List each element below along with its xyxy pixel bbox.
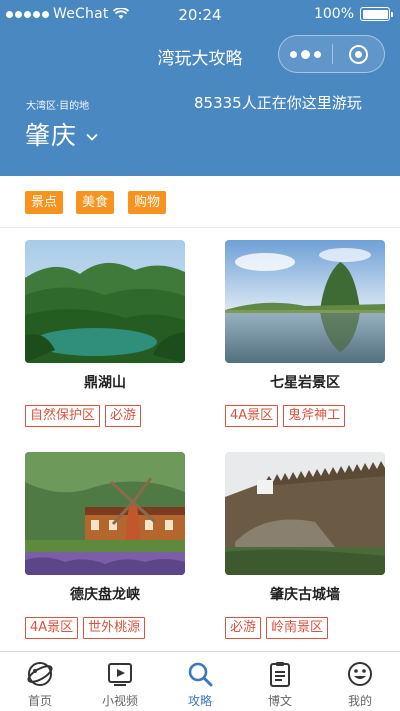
tabbar-item-profile[interactable]: 我的	[320, 652, 400, 711]
video-play-icon	[108, 663, 132, 686]
spot-photo	[25, 240, 185, 363]
tabbar-label: 攻略	[187, 694, 212, 708]
city-name: 肇庆	[25, 121, 78, 150]
status-bar: WeChat 20:24 100%	[0, 0, 400, 30]
tabbar-label: 小视频	[101, 694, 138, 708]
clipboard-icon	[270, 662, 290, 687]
spot-tag: 自然保护区	[25, 405, 101, 427]
city-selector[interactable]: 肇庆	[25, 116, 98, 152]
spot-photo	[225, 240, 385, 363]
close-miniprogram-button[interactable]	[333, 44, 384, 64]
spot-tag: 4A景区	[25, 617, 79, 639]
category-tabs: 景点 美食 购物	[0, 176, 400, 228]
tabbar-label: 首页	[27, 694, 52, 708]
tabbar-item-guides[interactable]: 攻略	[160, 652, 240, 711]
battery-percent: 100%	[313, 6, 354, 22]
tabbar-item-posts[interactable]: 博文	[240, 652, 320, 711]
region-label: 大湾区·目的地	[26, 101, 90, 112]
tabbar-label: 我的	[347, 694, 372, 708]
spot-tag: 鬼斧神工	[283, 405, 346, 427]
spot-name: 德庆盘龙峡	[70, 587, 140, 603]
tab-food[interactable]: 美食	[76, 191, 115, 214]
spot-card[interactable]: 德庆盘龙峡 4A景区 世外桃源	[25, 452, 185, 639]
spot-card[interactable]: 肇庆古城墙 必游 岭南景区	[225, 452, 385, 639]
tabbar-label: 博文	[267, 694, 292, 708]
spot-name: 七星岩景区	[270, 375, 340, 391]
battery-icon	[360, 7, 393, 21]
spot-name: 肇庆古城墙	[270, 587, 340, 603]
more-icon[interactable]	[279, 36, 332, 72]
spot-tag: 岭南景区	[266, 617, 329, 639]
spot-tag: 必游	[105, 405, 142, 427]
spot-card[interactable]: 七星岩景区 4A景区 鬼斧神工	[225, 240, 385, 427]
planet-icon	[27, 662, 53, 686]
header: WeChat 20:24 100% 湾玩大攻略 大湾区·目的地 85335人正在…	[0, 0, 400, 176]
bottom-tabbar: 首页 小视频 攻略 博文 我的	[0, 651, 400, 711]
spot-tag: 必游	[225, 617, 262, 639]
spot-tag: 世外桃源	[83, 617, 146, 639]
target-icon	[349, 44, 368, 64]
search-icon	[188, 662, 213, 687]
tab-shopping[interactable]: 购物	[128, 191, 167, 214]
tab-sights[interactable]: 景点	[25, 191, 64, 214]
visitor-count: 85335人正在你这里游玩	[194, 94, 362, 112]
spot-card[interactable]: 鼎湖山 自然保护区 必游	[25, 240, 185, 427]
smiley-icon	[348, 662, 372, 686]
chevron-down-icon	[86, 133, 98, 141]
miniprogram-capsule	[278, 35, 385, 73]
tabbar-item-videos[interactable]: 小视频	[80, 652, 160, 711]
spot-photo	[25, 452, 185, 575]
spot-photo	[225, 452, 385, 575]
spot-name: 鼎湖山	[84, 375, 126, 391]
tabbar-item-home[interactable]: 首页	[0, 652, 80, 711]
spot-tag: 4A景区	[225, 405, 279, 427]
